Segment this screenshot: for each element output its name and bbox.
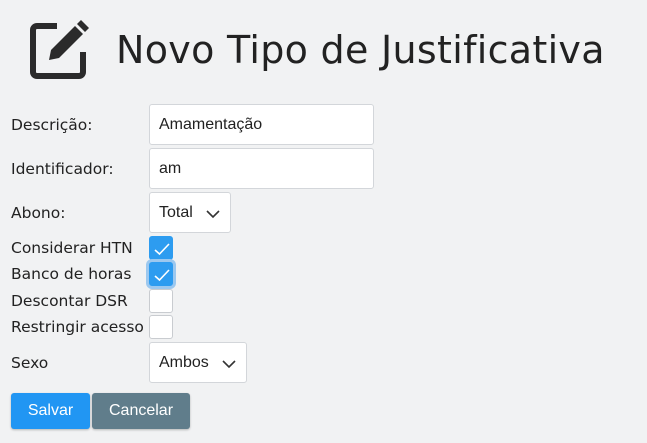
identificador-input[interactable] [149,148,374,189]
sexo-select[interactable]: Ambos [149,342,247,383]
checkmark-icon [154,269,170,282]
save-button[interactable]: Salvar [11,393,90,429]
edit-icon [28,19,90,81]
sexo-label: Sexo [11,353,49,372]
chevron-down-icon [222,360,236,369]
descontar-dsr-checkbox[interactable] [149,289,173,313]
abono-select[interactable]: Total [149,192,231,233]
restringir-acesso-label: Restringir acesso [11,318,144,336]
abono-label: Abono: [11,203,66,222]
descricao-row: Descrição: [11,104,149,145]
descricao-input[interactable] [149,104,374,145]
page-title: Novo Tipo de Justificativa [116,28,605,72]
page-header: Novo Tipo de Justificativa [28,18,605,82]
restringir-acesso-checkbox[interactable] [149,315,173,339]
descricao-label: Descrição: [11,115,93,134]
considerar-htn-checkbox[interactable] [149,236,173,260]
abono-row: Abono: [11,192,149,233]
banco-de-horas-row: Banco de horas [11,262,131,286]
cancel-button[interactable]: Cancelar [92,393,190,429]
identificador-label: Identificador: [11,159,114,178]
considerar-htn-label: Considerar HTN [11,239,133,257]
considerar-htn-row: Considerar HTN [11,236,133,260]
sexo-selected-value: Ambos [159,353,209,371]
chevron-down-icon [206,210,220,219]
banco-de-horas-label: Banco de horas [11,265,132,283]
banco-de-horas-checkbox[interactable] [149,262,173,286]
descontar-dsr-label: Descontar DSR [11,292,128,310]
abono-selected-value: Total [159,203,193,221]
sexo-row: Sexo [11,342,149,383]
restringir-acesso-row: Restringir acesso [11,315,144,339]
checkmark-icon [154,243,170,256]
descontar-dsr-row: Descontar DSR [11,289,128,313]
identificador-row: Identificador: [11,148,149,189]
page: Novo Tipo de Justificativa Descrição: Id… [0,0,647,443]
